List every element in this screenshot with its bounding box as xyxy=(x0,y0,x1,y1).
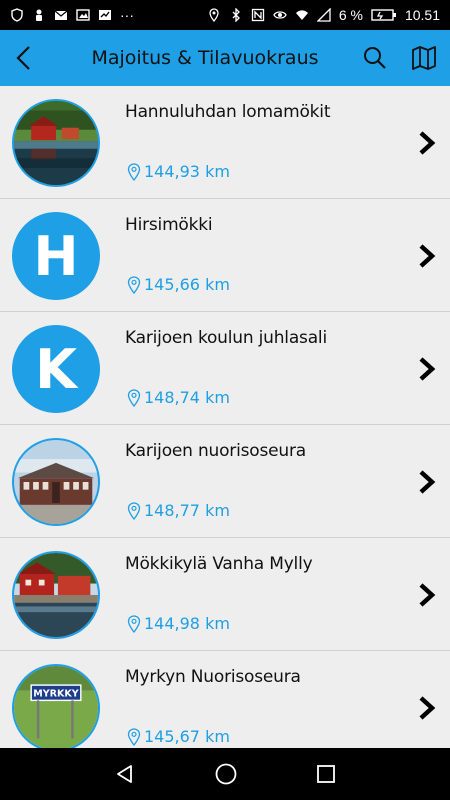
item-distance: 148,77 km xyxy=(127,501,230,520)
search-button[interactable] xyxy=(355,38,395,78)
more-notifications-icon: ··· xyxy=(120,7,134,23)
back-button[interactable] xyxy=(4,38,44,78)
distance-value: 144,93 km xyxy=(144,162,230,181)
location-pin-icon xyxy=(127,501,141,520)
item-title: Hannuluhdan lomamökit xyxy=(125,102,331,122)
thumbnail-letter: K xyxy=(12,325,100,413)
list-item[interactable]: Karijoen nuorisoseura 148,77 km xyxy=(0,425,450,538)
distance-value: 145,67 km xyxy=(144,727,230,746)
nav-home-icon[interactable] xyxy=(214,762,238,786)
wifi-icon xyxy=(295,10,308,20)
chevron-right-icon xyxy=(419,583,436,607)
item-distance: 144,93 km xyxy=(127,162,230,181)
image-icon xyxy=(76,9,90,21)
thumbnail-photo xyxy=(12,551,100,639)
chevron-right-icon xyxy=(419,470,436,494)
battery-percent: 6 % xyxy=(338,7,363,23)
distance-value: 148,77 km xyxy=(144,501,230,520)
search-icon xyxy=(364,47,386,69)
item-distance: 148,74 km xyxy=(127,388,230,407)
chart-icon xyxy=(99,10,111,20)
item-title: Myrkyn Nuorisoseura xyxy=(125,667,301,687)
status-bar: ··· 6 % 10.51 xyxy=(0,0,450,30)
distance-value: 148,74 km xyxy=(144,388,230,407)
location-pin-icon xyxy=(127,614,141,633)
thumbnail-letter-text: H xyxy=(33,224,79,288)
eye-icon xyxy=(273,11,287,19)
thumbnail-photo xyxy=(12,99,100,187)
shield-icon xyxy=(11,8,23,22)
chevron-right-icon xyxy=(419,357,436,381)
location-pin-icon xyxy=(127,727,141,746)
item-title: Mökkikylä Vanha Mylly xyxy=(125,554,313,574)
list-item[interactable]: Hannuluhdan lomamökit 144,93 km xyxy=(0,86,450,199)
app-bar: Majoitus & Tilavuokraus xyxy=(0,30,450,86)
bluetooth-icon xyxy=(232,8,240,22)
red-mill-photo xyxy=(14,553,98,637)
item-title: Hirsimökki xyxy=(125,215,213,235)
item-distance: 145,67 km xyxy=(127,727,230,746)
signal-icon xyxy=(316,8,331,22)
thumbnail-photo xyxy=(12,438,100,526)
location-icon xyxy=(209,8,219,22)
cabin-lake-photo xyxy=(14,101,98,185)
status-time: 10.51 xyxy=(404,7,440,23)
nfc-icon xyxy=(251,8,264,22)
list-item[interactable]: Mökkikylä Vanha Mylly 144,98 km xyxy=(0,538,450,651)
notification-icons: ··· xyxy=(10,7,134,23)
chevron-right-icon xyxy=(419,244,436,268)
list-item[interactable]: H Hirsimökki 145,66 km xyxy=(0,199,450,312)
hall-building-photo xyxy=(14,440,98,524)
location-pin-icon xyxy=(127,388,141,407)
nav-back-icon[interactable] xyxy=(114,763,136,785)
chevron-right-icon xyxy=(419,696,436,720)
sign-text: MYRKKY xyxy=(33,689,78,700)
thumbnail-photo: MYRKKY xyxy=(12,664,100,748)
back-arrow-icon xyxy=(16,46,30,70)
thumbnail-letter: H xyxy=(12,212,100,300)
system-navigation-bar xyxy=(0,748,450,800)
item-distance: 145,66 km xyxy=(127,275,230,294)
list-item[interactable]: MYRKKY Myrkyn Nuorisoseura 145,67 km xyxy=(0,651,450,748)
places-list: Hannuluhdan lomamökit 144,93 km H Hirsim… xyxy=(0,86,450,748)
mail-icon xyxy=(54,10,68,20)
item-distance: 144,98 km xyxy=(127,614,230,633)
system-status: 6 % 10.51 xyxy=(207,7,440,23)
battery-icon xyxy=(371,9,396,21)
item-title: Karijoen nuorisoseura xyxy=(125,441,306,461)
chevron-right-icon xyxy=(419,131,436,155)
page-title: Majoitus & Tilavuokraus xyxy=(91,47,319,69)
location-pin-icon xyxy=(127,275,141,294)
location-pin-icon xyxy=(127,162,141,181)
map-button[interactable] xyxy=(404,38,444,78)
list-item[interactable]: K Karijoen koulun juhlasali 148,74 km xyxy=(0,312,450,425)
map-icon xyxy=(412,46,436,70)
distance-value: 145,66 km xyxy=(144,275,230,294)
village-sign-photo: MYRKKY xyxy=(14,666,98,748)
person-icon xyxy=(36,9,42,21)
item-title: Karijoen koulun juhlasali xyxy=(125,328,327,348)
thumbnail-letter-text: K xyxy=(35,337,77,401)
nav-recents-icon[interactable] xyxy=(316,764,336,784)
distance-value: 144,98 km xyxy=(144,614,230,633)
